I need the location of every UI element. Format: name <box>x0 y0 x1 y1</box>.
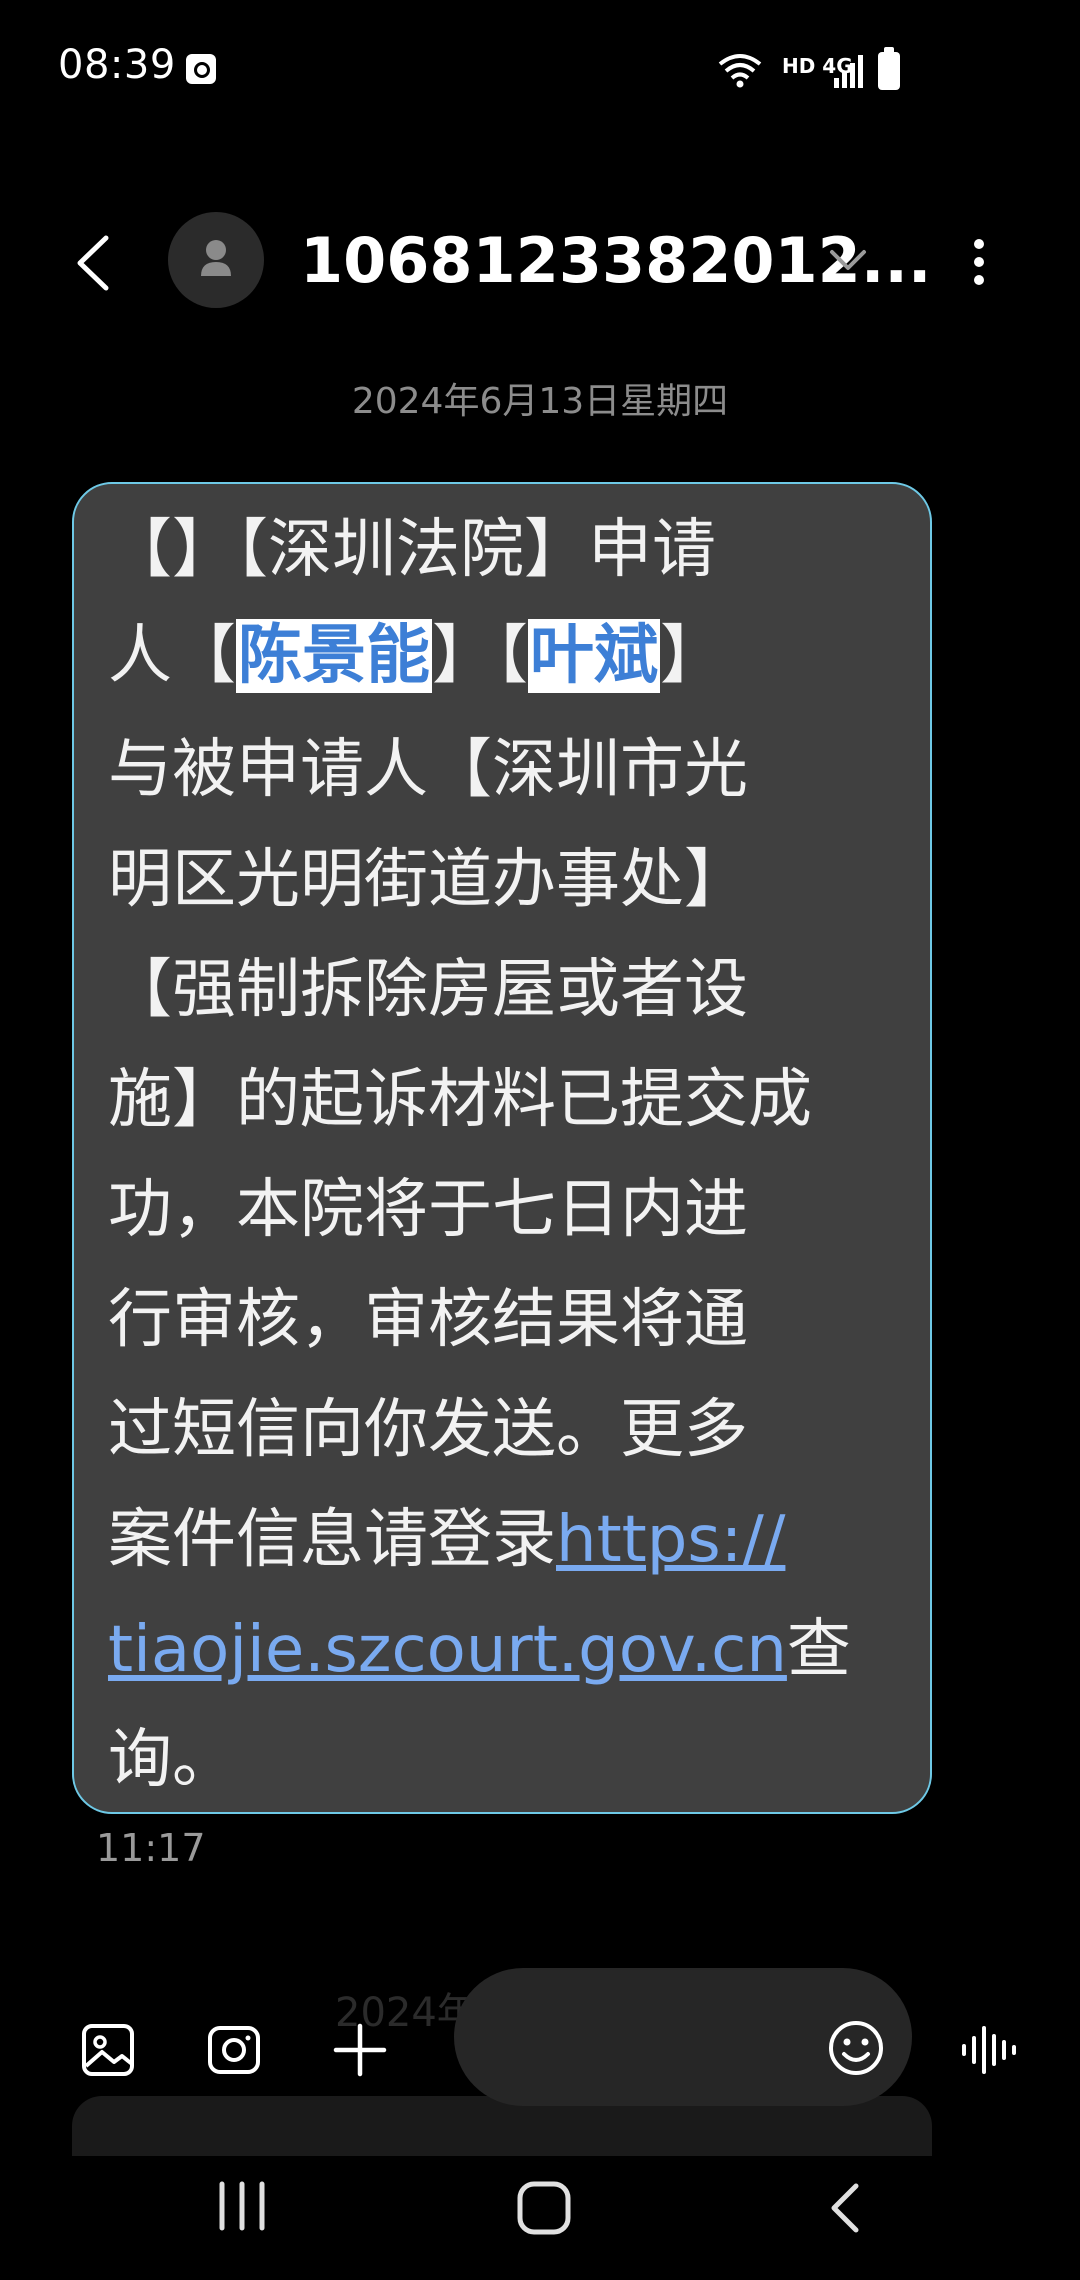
message-line: 功，本院将于七日内进 <box>108 1173 748 1247</box>
back-icon[interactable] <box>60 228 130 298</box>
message-line: 明区光明街道办事处】 <box>108 843 748 917</box>
avatar-person-icon <box>201 240 231 276</box>
message-line: 【】【深圳法院】申请 <box>108 513 716 587</box>
message-line: 案件信息请登录https:// <box>108 1508 785 1572</box>
message-line: 【强制拆除房屋或者设 <box>108 953 748 1027</box>
signal-icon <box>834 55 863 88</box>
more-vert-icon[interactable] <box>954 232 1004 292</box>
message-line: 与被申请人【深圳市光 <box>108 733 748 807</box>
nav-back-icon[interactable] <box>826 2180 866 2236</box>
emoji-icon[interactable] <box>826 2018 886 2078</box>
message-text: 】 <box>660 619 724 693</box>
plus-icon[interactable] <box>330 2020 390 2080</box>
message-time: 11:17 <box>96 1826 206 1870</box>
voice-icon[interactable] <box>958 2020 1018 2080</box>
message-text: 案件信息请登录 <box>108 1503 556 1577</box>
chevron-down-icon[interactable] <box>824 240 872 280</box>
home-icon[interactable] <box>514 2180 574 2236</box>
message-text: 查 <box>786 1613 851 1687</box>
wifi-icon <box>718 54 762 88</box>
recents-icon[interactable] <box>212 2180 272 2232</box>
message-text: 】【 <box>432 619 528 693</box>
gallery-icon[interactable] <box>78 2020 138 2080</box>
alarm-icon <box>186 54 216 84</box>
message-line: 人【陈景能】【叶斌】 <box>108 619 724 693</box>
battery-icon <box>878 47 900 90</box>
message-line: 施】的起诉材料已提交成 <box>108 1063 812 1137</box>
message-link[interactable]: https:// <box>556 1503 785 1577</box>
message-line: 询。 <box>108 1723 236 1797</box>
highlighted-name[interactable]: 陈景能 <box>236 619 432 693</box>
message-line: 行审核，审核结果将通 <box>108 1283 748 1357</box>
highlighted-name[interactable]: 叶斌 <box>528 619 660 693</box>
message-link[interactable]: tiaojie.szcourt.gov.cn <box>108 1613 787 1687</box>
camera-icon[interactable] <box>204 2020 264 2080</box>
message-line: 过短信向你发送。更多 <box>108 1393 748 1467</box>
message-line: tiaojie.szcourt.gov.cn查 <box>108 1618 851 1682</box>
date-divider: 2024年6月13日星期四 <box>351 381 729 422</box>
contact-avatar[interactable] <box>168 212 264 308</box>
message-text: 人【 <box>108 619 236 693</box>
status-time: 08:39 <box>58 42 176 88</box>
